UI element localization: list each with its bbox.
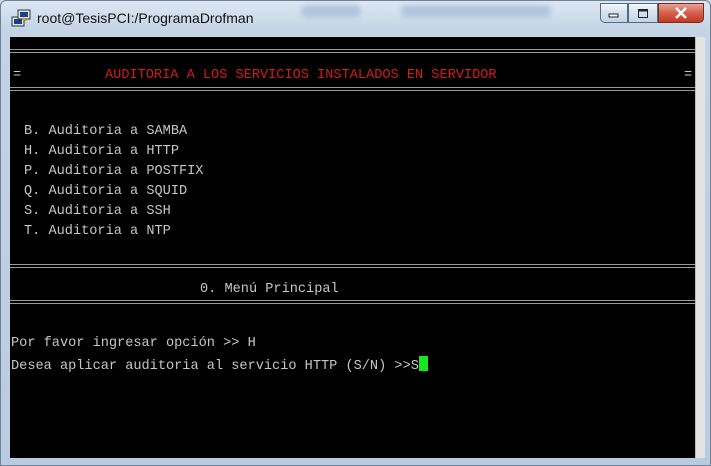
window-title: root@TesisPCI:/ProgramaDrofman	[37, 10, 254, 26]
text-cursor	[418, 356, 428, 371]
header-border-left: =	[13, 68, 22, 83]
menu-item-squid: Q. Auditoria a SQUID	[24, 184, 188, 199]
divider-line	[10, 264, 695, 268]
menu-item-http: H. Auditoria a HTTP	[24, 144, 179, 159]
minimize-icon	[608, 13, 619, 18]
confirm-line: Desea aplicar auditoria al servicio HTTP…	[11, 356, 428, 375]
option-prompt: Por favor ingresar opción >> H	[11, 336, 256, 351]
confirm-prompt: Desea aplicar auditoria al servicio HTTP…	[11, 359, 411, 374]
title-glow	[301, 5, 361, 17]
maximize-icon	[638, 8, 648, 18]
maximize-button[interactable]	[628, 3, 658, 23]
header-title: AUDITORIA A LOS SERVICIOS INSTALADOS EN …	[105, 68, 497, 83]
title-bar[interactable]: root@TesisPCI:/ProgramaDrofman	[1, 1, 710, 37]
divider-line	[10, 49, 695, 53]
confirm-input[interactable]: S	[411, 359, 419, 374]
putty-icon[interactable]	[11, 9, 31, 27]
minimize-button[interactable]	[600, 3, 628, 23]
title-glow	[401, 5, 551, 17]
header-border-right: =	[684, 68, 693, 83]
close-icon	[675, 7, 687, 19]
window-controls	[600, 3, 704, 23]
main-menu-option: 0. Menú Principal	[200, 282, 339, 297]
close-button[interactable]	[658, 3, 704, 23]
divider-line	[10, 87, 695, 91]
divider-line	[10, 300, 695, 304]
terminal-screen[interactable]: = AUDITORIA A LOS SERVICIOS INSTALADOS E…	[10, 37, 695, 458]
menu-item-ntp: T. Auditoria a NTP	[24, 224, 171, 239]
menu-item-postfix: P. Auditoria a POSTFIX	[24, 164, 204, 179]
terminal-window: root@TesisPCI:/ProgramaDrofman = AUDITOR…	[0, 0, 711, 466]
menu-item-ssh: S. Auditoria a SSH	[24, 204, 171, 219]
menu-item-samba: B. Auditoria a SAMBA	[24, 124, 188, 139]
vertical-scrollbar[interactable]	[695, 37, 705, 458]
